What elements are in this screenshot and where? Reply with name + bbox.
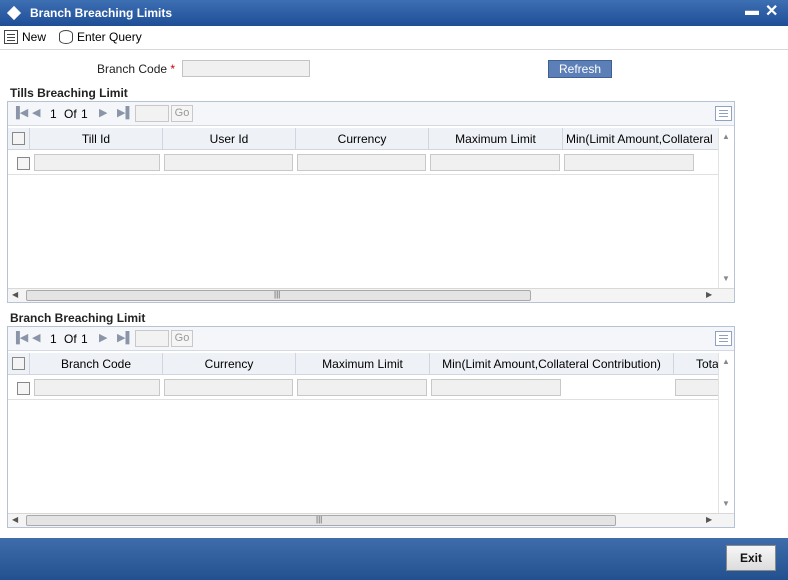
first-page-icon[interactable]: ▐◀ <box>12 331 28 344</box>
tills-page-current: 1 <box>50 107 57 121</box>
window-titlebar: Branch Breaching Limits ▬ ✕ <box>0 0 788 26</box>
tills-page-total: 1 <box>81 107 88 121</box>
tills-grid-header: Till Id User Id Currency Maximum Limit M… <box>8 128 718 150</box>
window-title: Branch Breaching Limits <box>30 6 173 20</box>
branch-grid-header: Branch Code Currency Maximum Limit Min(L… <box>8 353 718 375</box>
footer-bar <box>0 538 788 580</box>
scroll-left-icon[interactable]: ◀ <box>12 290 18 299</box>
new-button[interactable]: New <box>4 28 46 46</box>
new-button-label: New <box>22 30 47 44</box>
branch-page-input[interactable] <box>135 330 169 347</box>
tills-vertical-scrollbar[interactable]: ▲ ▼ <box>718 128 734 288</box>
col-till-id[interactable]: Till Id <box>29 128 162 149</box>
branch-go-button[interactable]: Go <box>171 330 193 347</box>
branch-select-all-checkbox[interactable] <box>12 357 25 370</box>
prev-page-icon[interactable]: ◀ <box>32 106 40 119</box>
app-diamond-icon <box>6 5 22 21</box>
column-settings-icon[interactable] <box>715 331 732 346</box>
branch-vertical-scrollbar[interactable]: ▲ ▼ <box>718 353 734 513</box>
scroll-grip-icon: ||| <box>316 515 323 524</box>
next-page-icon[interactable]: ▶ <box>99 106 107 119</box>
tills-page-of: Of <box>64 107 77 121</box>
col-user-id[interactable]: User Id <box>162 128 295 149</box>
exit-button[interactable]: Exit <box>726 545 776 571</box>
toolbar: New Enter Query <box>0 26 788 50</box>
branch-code-input[interactable] <box>182 60 310 77</box>
scroll-up-icon[interactable]: ▲ <box>722 357 730 366</box>
tills-grid: ▐◀ ◀ 1 Of 1 ▶ ▶▌ Go Till Id User Id Curr… <box>7 101 735 303</box>
scroll-left-icon[interactable]: ◀ <box>12 515 18 524</box>
currency-cell[interactable] <box>297 154 426 171</box>
tills-pager: ▐◀ ◀ 1 Of 1 ▶ ▶▌ Go <box>8 102 734 126</box>
scroll-right-icon[interactable]: ▶ <box>706 290 712 299</box>
next-page-icon[interactable]: ▶ <box>99 331 107 344</box>
col-min-limit[interactable]: Min(Limit Amount,Collateral Contribution… <box>429 353 673 374</box>
branch-page-of: Of <box>64 332 77 346</box>
query-database-icon <box>59 30 73 44</box>
tills-section-title: Tills Breaching Limit <box>10 86 128 100</box>
row-checkbox[interactable] <box>17 157 30 170</box>
user-id-cell[interactable] <box>164 154 293 171</box>
col-min-limit[interactable]: Min(Limit Amount,Collateral <box>562 128 718 149</box>
min-limit-cell[interactable] <box>431 379 561 396</box>
table-row <box>8 151 718 175</box>
enter-query-label: Enter Query <box>77 30 142 44</box>
tills-go-button[interactable]: Go <box>171 105 193 122</box>
col-currency[interactable]: Currency <box>162 353 295 374</box>
close-icon[interactable]: ✕ <box>765 1 778 21</box>
branch-horizontal-scrollbar[interactable]: ◀ ||| ▶ <box>8 513 734 527</box>
branch-pager: ▐◀ ◀ 1 Of 1 ▶ ▶▌ Go <box>8 327 734 351</box>
branch-page-current: 1 <box>50 332 57 346</box>
col-maximum-limit[interactable]: Maximum Limit <box>428 128 562 149</box>
table-row <box>8 376 718 400</box>
scroll-up-icon[interactable]: ▲ <box>722 132 730 141</box>
last-page-icon[interactable]: ▶▌ <box>117 331 133 344</box>
col-currency[interactable]: Currency <box>295 128 428 149</box>
row-checkbox[interactable] <box>17 382 30 395</box>
col-maximum-limit[interactable]: Maximum Limit <box>295 353 429 374</box>
branch-code-cell[interactable] <box>34 379 160 396</box>
scroll-right-icon[interactable]: ▶ <box>706 515 712 524</box>
first-page-icon[interactable]: ▐◀ <box>12 106 28 119</box>
tills-horizontal-scrollbar[interactable]: ◀ ||| ▶ <box>8 288 734 302</box>
minimize-icon[interactable]: ▬ <box>745 2 759 18</box>
branch-grid: ▐◀ ◀ 1 Of 1 ▶ ▶▌ Go Branch Code Currency… <box>7 326 735 528</box>
scroll-down-icon[interactable]: ▼ <box>722 499 730 508</box>
scroll-grip-icon: ||| <box>274 290 281 299</box>
maximum-limit-cell[interactable] <box>297 379 427 396</box>
enter-query-button[interactable]: Enter Query <box>59 28 142 46</box>
branch-page-total: 1 <box>81 332 88 346</box>
column-settings-icon[interactable] <box>715 106 732 121</box>
refresh-button[interactable]: Refresh <box>548 60 612 78</box>
scroll-down-icon[interactable]: ▼ <box>722 274 730 283</box>
total-cell[interactable] <box>675 379 718 396</box>
required-mark: * <box>170 62 176 76</box>
tills-page-input[interactable] <box>135 105 169 122</box>
tills-select-all-checkbox[interactable] <box>12 132 25 145</box>
new-document-icon <box>4 30 18 44</box>
prev-page-icon[interactable]: ◀ <box>32 331 40 344</box>
till-id-cell[interactable] <box>34 154 160 171</box>
currency-cell[interactable] <box>164 379 293 396</box>
col-branch-code[interactable]: Branch Code <box>29 353 162 374</box>
col-total[interactable]: Tota <box>673 353 718 374</box>
branch-section-title: Branch Breaching Limit <box>10 311 146 325</box>
branch-code-label: Branch Code * <box>97 62 176 76</box>
last-page-icon[interactable]: ▶▌ <box>117 106 133 119</box>
min-limit-cell[interactable] <box>564 154 694 171</box>
maximum-limit-cell[interactable] <box>430 154 560 171</box>
